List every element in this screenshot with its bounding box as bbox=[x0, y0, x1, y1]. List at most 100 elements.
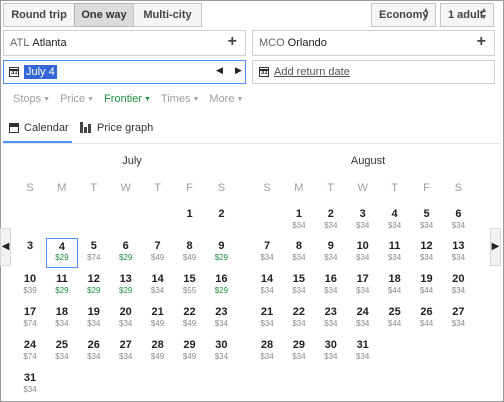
calendar-day[interactable]: 28 $49 bbox=[142, 339, 174, 369]
filter-airline[interactable]: Frontier ▼ bbox=[104, 93, 151, 105]
calendar-day[interactable]: 28 $34 bbox=[251, 339, 283, 369]
calendar-day[interactable]: 15 $55 bbox=[174, 273, 206, 303]
calendar-day[interactable]: 19 $34 bbox=[78, 306, 110, 336]
calendar-day[interactable]: 27 $34 bbox=[442, 306, 474, 336]
calendar-day[interactable]: 8 $49 bbox=[174, 240, 206, 270]
day-price: $74 bbox=[23, 319, 37, 328]
calendar-day[interactable]: 21 $34 bbox=[251, 306, 283, 336]
calendar-day[interactable]: 16 $34 bbox=[315, 273, 347, 303]
calendar-day[interactable]: 6 $29 bbox=[110, 240, 142, 270]
calendar-day[interactable]: 11 $29 bbox=[46, 273, 78, 303]
calendar-day[interactable]: 18 $34 bbox=[46, 306, 78, 336]
calendar-day[interactable]: 14 $34 bbox=[251, 273, 283, 303]
day-number: 27 bbox=[452, 306, 465, 318]
calendar-day[interactable]: 7 $49 bbox=[142, 240, 174, 270]
add-origin-icon[interactable]: + bbox=[228, 33, 237, 51]
return-date-field[interactable]: 31 Add return date bbox=[252, 60, 495, 84]
day-price: $34 bbox=[419, 221, 434, 230]
calendar-day[interactable]: 24 $74 bbox=[14, 339, 46, 369]
day-number: 12 bbox=[87, 273, 100, 285]
day-number: 4 bbox=[58, 241, 65, 253]
calendar-day[interactable]: 14 $34 bbox=[142, 273, 174, 303]
calendar-day[interactable]: 15 $34 bbox=[283, 273, 315, 303]
calendar-day[interactable]: 24 $34 bbox=[347, 306, 379, 336]
next-month-icon[interactable]: ▶ bbox=[490, 228, 501, 266]
calendar-day[interactable]: 1 $34 bbox=[283, 208, 315, 238]
calendar-day[interactable]: 22 $34 bbox=[283, 306, 315, 336]
passengers-dropdown[interactable]: 1 adult ▲ ▼ bbox=[440, 3, 494, 27]
calendar-day[interactable]: 12 $29 bbox=[78, 273, 110, 303]
calendar-day[interactable]: 29 $49 bbox=[174, 339, 206, 369]
calendar-day[interactable]: 6 $34 bbox=[442, 208, 474, 238]
calendar-day[interactable]: 22 $49 bbox=[174, 306, 206, 336]
calendar-day[interactable]: 31 $34 bbox=[14, 372, 46, 402]
calendar-day[interactable]: 10 $34 bbox=[347, 240, 379, 270]
origin-field[interactable]: ATL Atlanta + bbox=[3, 30, 246, 56]
day-number: 16 bbox=[324, 273, 337, 285]
calendar-day[interactable]: 4 $29 bbox=[45, 238, 78, 268]
calendar-day[interactable]: 23 $34 bbox=[205, 306, 237, 336]
calendar-day[interactable]: 13 $29 bbox=[110, 273, 142, 303]
calendar-day[interactable]: 17 $34 bbox=[347, 273, 379, 303]
calendar-day[interactable]: 9 $34 bbox=[315, 240, 347, 270]
filter-more[interactable]: More ▼ bbox=[209, 93, 243, 105]
round-trip-button[interactable]: Round trip bbox=[3, 3, 75, 27]
calendar-day[interactable]: 19 $44 bbox=[411, 273, 443, 303]
calendar-day[interactable]: 2 $34 bbox=[315, 208, 347, 238]
calendar-day[interactable]: 25 $34 bbox=[46, 339, 78, 369]
day-number: 18 bbox=[388, 273, 401, 285]
trip-type-selector: Round trip One way Multi-city bbox=[3, 3, 202, 27]
multi-city-button[interactable]: Multi-city bbox=[133, 3, 202, 27]
previous-month-icon[interactable]: ◀ bbox=[0, 228, 11, 266]
calendar-day[interactable]: 26 $34 bbox=[78, 339, 110, 369]
calendar-day[interactable]: 30 $34 bbox=[205, 339, 237, 369]
day-number: 25 bbox=[55, 339, 69, 351]
weekday-label: W bbox=[120, 182, 131, 194]
calendar-day[interactable]: 25 $44 bbox=[379, 306, 411, 336]
calendar-day[interactable]: 2 bbox=[205, 208, 237, 238]
calendar-day[interactable]: 18 $44 bbox=[379, 273, 411, 303]
calendar-day[interactable]: 20 $34 bbox=[110, 306, 142, 336]
calendar-day[interactable]: 13 $34 bbox=[442, 240, 474, 270]
tab-price-graph[interactable]: Price graph bbox=[80, 122, 153, 134]
calendar-day[interactable]: 27 $34 bbox=[110, 339, 142, 369]
one-way-button[interactable]: One way bbox=[74, 3, 134, 27]
calendar-day[interactable]: 17 $74 bbox=[14, 306, 46, 336]
calendar-day[interactable]: 5 $34 bbox=[411, 208, 443, 238]
calendar-day[interactable]: 21 $49 bbox=[142, 306, 174, 336]
day-number: 28 bbox=[151, 339, 164, 351]
calendar-day[interactable]: 12 $34 bbox=[411, 240, 443, 270]
calendar-day[interactable]: 16 $29 bbox=[205, 273, 237, 303]
calendar-day[interactable]: 31 $34 bbox=[347, 339, 379, 369]
calendar-day[interactable]: 20 $34 bbox=[442, 273, 474, 303]
depart-date-field[interactable]: 31 July 4 ◀ ▶ bbox=[3, 60, 246, 84]
calendar-day[interactable]: 4 $34 bbox=[379, 208, 411, 238]
calendar-day[interactable]: 26 $44 bbox=[411, 306, 443, 336]
previous-day-icon[interactable]: ◀ bbox=[216, 65, 223, 76]
calendar-day[interactable]: 8 $34 bbox=[283, 240, 315, 270]
tab-calendar[interactable]: Calendar bbox=[9, 122, 69, 134]
day-price: $44 bbox=[419, 286, 434, 295]
next-day-icon[interactable]: ▶ bbox=[235, 65, 242, 76]
filter-stops[interactable]: Stops ▼ bbox=[13, 93, 50, 105]
destination-field[interactable]: MCO Orlando + bbox=[252, 30, 495, 56]
calendar-day[interactable]: 1 bbox=[174, 208, 206, 238]
add-destination-icon[interactable]: + bbox=[477, 33, 486, 51]
calendar-day[interactable]: 3 bbox=[14, 240, 46, 270]
add-return-date-link[interactable]: Add return date bbox=[274, 66, 350, 78]
cabin-class-dropdown[interactable]: Economy ▲ ▼ bbox=[371, 3, 436, 27]
filter-price[interactable]: Price ▼ bbox=[60, 93, 94, 105]
calendar-day[interactable]: 3 $34 bbox=[347, 208, 379, 238]
calendar-day[interactable]: 23 $34 bbox=[315, 306, 347, 336]
calendar-day[interactable]: 11 $34 bbox=[379, 240, 411, 270]
calendar-day[interactable]: 9 $29 bbox=[205, 240, 237, 270]
calendar-day[interactable]: 5 $74 bbox=[78, 240, 110, 270]
day-price: $34 bbox=[55, 319, 69, 328]
filter-times[interactable]: Times ▼ bbox=[161, 93, 199, 105]
day-number: 17 bbox=[356, 273, 369, 285]
calendar-day[interactable]: 10 $39 bbox=[14, 273, 46, 303]
calendar-day[interactable]: 30 $34 bbox=[315, 339, 347, 369]
depart-date-value[interactable]: July 4 bbox=[24, 65, 57, 79]
calendar-day[interactable]: 7 $34 bbox=[251, 240, 283, 270]
calendar-day[interactable]: 29 $34 bbox=[283, 339, 315, 369]
